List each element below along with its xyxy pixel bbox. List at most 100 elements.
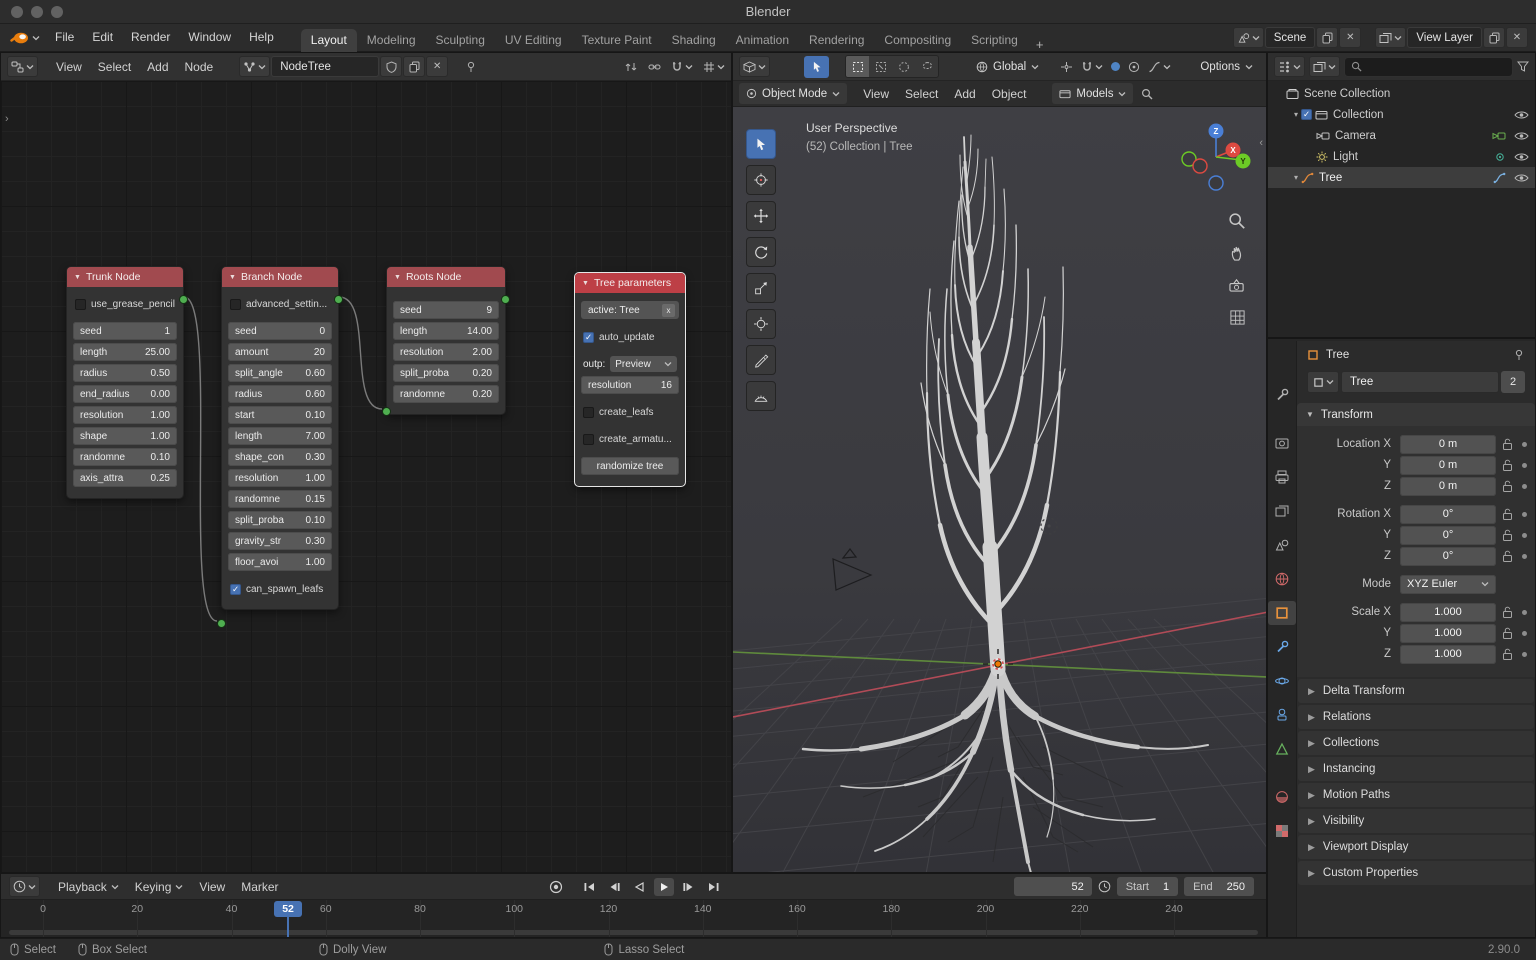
- transform-orientation-dropdown[interactable]: Global: [969, 56, 1046, 77]
- new-view-layer-button[interactable]: [1483, 27, 1505, 48]
- lock-icon[interactable]: [1502, 648, 1513, 661]
- active-tool-button[interactable]: [804, 56, 829, 78]
- object-browse-button[interactable]: [1307, 371, 1339, 393]
- outliner-item-light[interactable]: Light: [1268, 146, 1535, 167]
- node-socket[interactable]: [334, 295, 343, 304]
- node-param-seed[interactable]: seed9: [393, 301, 499, 319]
- clear-field-button[interactable]: x: [662, 304, 675, 317]
- falloff-control[interactable]: [1148, 61, 1171, 73]
- menu-help[interactable]: Help: [240, 24, 283, 51]
- hide-toggle[interactable]: [1514, 110, 1529, 120]
- view-layer-name-field[interactable]: View Layer: [1407, 27, 1482, 48]
- node-roots-node[interactable]: ▼Roots Nodeseed9length14.00resolution2.0…: [386, 266, 506, 415]
- workspace-tab-scripting[interactable]: Scripting: [961, 29, 1028, 52]
- properties-tab-material[interactable]: [1268, 785, 1296, 809]
- camera-view-icon[interactable]: [1225, 273, 1249, 297]
- checkbox-icon[interactable]: [583, 407, 594, 418]
- node-button-randomize-tree[interactable]: randomize tree: [581, 457, 679, 475]
- node-checkbox-use-grease-pencil[interactable]: use_grease_pencil: [73, 295, 177, 313]
- proportional-editing-pivot-icon[interactable]: [1111, 62, 1120, 71]
- panel-viewport-display[interactable]: ▶Viewport Display: [1298, 835, 1534, 859]
- properties-tab-texture[interactable]: [1268, 819, 1296, 843]
- transform-panel-header[interactable]: ▼ Transform: [1297, 403, 1535, 426]
- checkbox-icon[interactable]: ✓: [583, 332, 594, 343]
- lock-icon[interactable]: [1502, 550, 1513, 563]
- outliner-item-tree[interactable]: ▾Tree: [1268, 167, 1535, 188]
- panel-custom-properties[interactable]: ▶Custom Properties: [1298, 861, 1534, 885]
- transform-value-field[interactable]: 0 m: [1400, 456, 1496, 475]
- tool-scale[interactable]: [746, 273, 776, 303]
- unlink-scene-button[interactable]: ✕: [1339, 27, 1361, 48]
- node-param-split-proba[interactable]: split_proba0.10: [228, 511, 332, 529]
- lock-icon[interactable]: [1502, 627, 1513, 640]
- transform-value-field[interactable]: 0°: [1400, 526, 1496, 545]
- node-checkbox-auto-update[interactable]: ✓auto_update: [581, 328, 679, 346]
- select-mode-circle[interactable]: [892, 56, 915, 77]
- new-node-tree-button[interactable]: [403, 56, 425, 77]
- animate-dot[interactable]: [1522, 512, 1527, 517]
- properties-tab-constraints[interactable]: [1268, 703, 1296, 727]
- frame-end-field[interactable]: End250: [1184, 877, 1254, 896]
- node-param-randomne[interactable]: randomne0.10: [73, 448, 177, 466]
- viewport-menu-view[interactable]: View: [855, 87, 897, 101]
- unlink-node-tree-button[interactable]: ✕: [426, 56, 448, 77]
- menu-file[interactable]: File: [46, 24, 83, 51]
- node-param-start[interactable]: start0.10: [228, 406, 332, 424]
- add-workspace-button[interactable]: +: [1028, 37, 1052, 52]
- region-collapse-arrow[interactable]: ‹: [1259, 137, 1263, 149]
- checkbox-icon[interactable]: [583, 434, 594, 445]
- node-param-length[interactable]: length14.00: [393, 322, 499, 340]
- timeline-menu-marker[interactable]: Marker: [233, 880, 286, 894]
- panel-relations[interactable]: ▶Relations: [1298, 705, 1534, 729]
- parent-arrows-icon[interactable]: [625, 61, 638, 73]
- animate-dot[interactable]: [1522, 463, 1527, 468]
- transform-value-field[interactable]: 0°: [1400, 505, 1496, 524]
- lock-icon[interactable]: [1502, 529, 1513, 542]
- filter-icon[interactable]: [1517, 61, 1529, 72]
- link-icon[interactable]: [648, 61, 661, 73]
- node-param-resolution[interactable]: resolution16: [581, 376, 679, 394]
- checkbox-icon[interactable]: [230, 299, 241, 310]
- current-frame-field[interactable]: 52: [1014, 877, 1092, 896]
- properties-tab-scene[interactable]: [1268, 533, 1296, 557]
- node-param-randomne[interactable]: randomne0.20: [393, 385, 499, 403]
- workspace-tab-animation[interactable]: Animation: [726, 29, 799, 52]
- node-socket[interactable]: [179, 295, 188, 304]
- close-window-button[interactable]: [11, 6, 23, 18]
- minimize-window-button[interactable]: [31, 6, 43, 18]
- record-button[interactable]: [546, 878, 566, 896]
- object-name-field[interactable]: Tree: [1341, 371, 1499, 393]
- expander-icon[interactable]: ▾: [1291, 110, 1301, 119]
- node-header[interactable]: ▼Trunk Node: [67, 267, 183, 287]
- node-socket[interactable]: [217, 619, 226, 628]
- hide-toggle[interactable]: [1514, 152, 1529, 162]
- view-layer-browse-button[interactable]: [1375, 27, 1406, 48]
- node-header[interactable]: ▼Tree parameters: [575, 273, 685, 293]
- navigation-gizmo[interactable]: Z X Y: [1178, 119, 1254, 195]
- jump-to-end-button[interactable]: [704, 878, 724, 896]
- node-checkbox-advanced-settin[interactable]: advanced_settin...: [228, 295, 332, 313]
- workspace-tab-rendering[interactable]: Rendering: [799, 29, 874, 52]
- snapping-control[interactable]: [1081, 61, 1103, 73]
- transform-value-field[interactable]: 0 m: [1400, 435, 1496, 454]
- node-param-split-angle[interactable]: split_angle0.60: [228, 364, 332, 382]
- properties-tab-view-layer[interactable]: [1268, 499, 1296, 523]
- timeline-ruler[interactable]: 02040608010012014016018020022024052: [1, 900, 1266, 937]
- node-header[interactable]: ▼Branch Node: [222, 267, 338, 287]
- outliner-item-collection[interactable]: ▾✓Collection: [1268, 104, 1535, 125]
- panel-instancing[interactable]: ▶Instancing: [1298, 757, 1534, 781]
- transform-value-field[interactable]: 0 m: [1400, 477, 1496, 496]
- viewport-menu-select[interactable]: Select: [897, 87, 946, 101]
- node-dropdown-outp[interactable]: outp:Preview: [581, 355, 679, 373]
- eye-icon[interactable]: [1514, 152, 1529, 162]
- snapping-control[interactable]: [671, 61, 693, 73]
- animate-dot[interactable]: [1522, 610, 1527, 615]
- tool-cursor[interactable]: [746, 165, 776, 195]
- play-reverse-button[interactable]: [629, 878, 649, 896]
- workspace-tab-shading[interactable]: Shading: [662, 29, 726, 52]
- pan-hand-icon[interactable]: [1225, 241, 1249, 265]
- pin-icon[interactable]: [460, 56, 482, 77]
- transform-value-field[interactable]: 1.000: [1400, 624, 1496, 643]
- animate-dot[interactable]: [1522, 442, 1527, 447]
- transform-value-field[interactable]: 1.000: [1400, 645, 1496, 664]
